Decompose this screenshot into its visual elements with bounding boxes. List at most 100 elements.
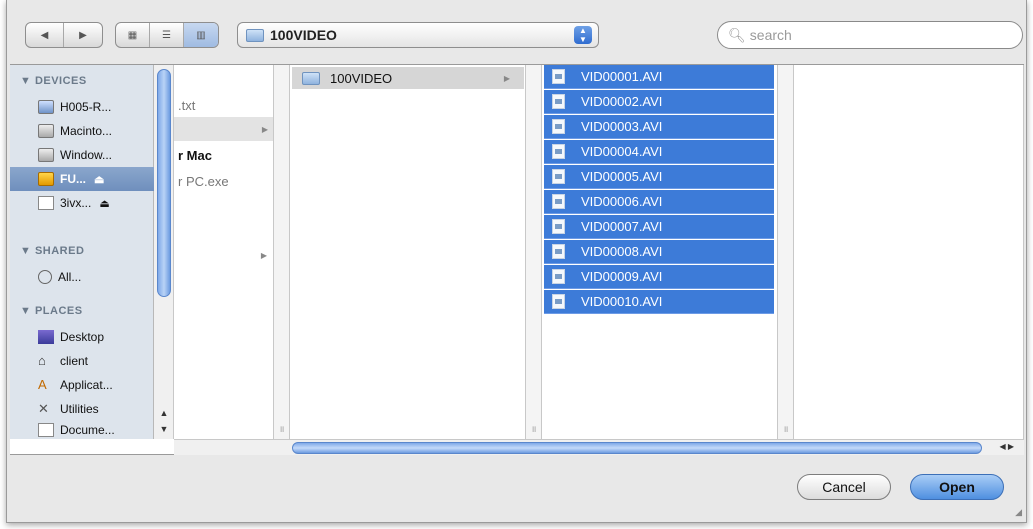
sidebar-item-label: All... [58,270,82,284]
video-file-icon [552,294,565,309]
sidebar-item-place[interactable]: A Applicat... [10,373,154,397]
list-view-icon[interactable]: ☰ [150,23,184,47]
sidebar-item-place[interactable]: Desktop [10,325,154,349]
back-arrow-icon[interactable]: ◀ [26,23,64,47]
devices-header[interactable]: ▼ DEVICES [20,75,87,87]
sidebar-scroll-thumb[interactable] [157,69,171,297]
back-forward-control: ◀ ▶ [25,22,103,48]
popup-stepper-icon: ▲ ▼ [574,26,592,44]
sidebar-item-label: FU... [60,172,86,186]
horizontal-scrollbar[interactable]: ◀ ▶ [174,439,1024,455]
sidebar-item-label: H005-R... [60,100,112,114]
horizontal-scroll-arrows[interactable]: ◀ ▶ [999,442,1014,451]
folder-label: 100VIDEO [330,70,393,86]
file-label: VID00003.AVI [581,119,663,134]
sidebar-item-device[interactable]: 3ivx... ⏏ [10,191,154,215]
resize-grip-icon[interactable]: ◢ [1015,507,1022,518]
path-label: 100VIDEO [270,27,337,43]
sidebar-item-label: Window... [60,148,113,162]
display-icon [38,100,54,114]
file-item-selected[interactable]: VID00003.AVI [544,115,774,139]
video-file-icon [552,94,565,109]
shared-header[interactable]: ▼ SHARED [20,245,84,257]
video-file-icon [552,244,565,259]
list-item-selected-parent[interactable]: ▶ [174,117,273,141]
video-file-icon [552,219,565,234]
disk-icon [38,148,54,162]
sidebar-item-shared[interactable]: All... [10,265,154,289]
folder-icon [302,71,320,85]
column-separator[interactable]: ॥ [526,65,542,439]
home-icon: ⌂ [38,353,46,368]
sidebar-scrollbar[interactable]: ▲ ▼ [154,65,174,439]
video-file-icon [552,69,565,84]
sidebar-scroll-arrows[interactable]: ▲ ▼ [157,405,171,439]
horizontal-scroll-thumb[interactable] [292,442,982,454]
file-item-selected[interactable]: VID00010.AVI [544,290,774,314]
video-file-icon [552,169,565,184]
list-item[interactable]: .txt [174,93,273,117]
sidebar-item-device[interactable]: H005-R... [10,95,154,119]
open-file-dialog: ◀ ▶ ▦ ☰ ▥ 100VIDEO ▲▼ 🔍︎ ▼ DEVICES H005-… [6,0,1027,523]
sidebar-item-device-selected[interactable]: FU... ⏏ [10,167,154,191]
path-popup[interactable]: 100VIDEO ▲ ▼ [237,22,599,48]
sidebar-item-place[interactable]: ⌂ client [10,349,154,373]
eject-icon[interactable]: ⏏ [99,197,109,210]
column-separator[interactable]: ॥ [274,65,290,439]
network-icon [38,270,52,284]
list-item[interactable]: r Mac [174,143,273,167]
file-item-selected[interactable]: VID00005.AVI [544,165,774,189]
video-file-icon [552,194,565,209]
file-label: VID00007.AVI [581,219,663,234]
folder-item-selected[interactable]: 100VIDEO ▶ [292,67,524,89]
file-item-selected[interactable]: VID00001.AVI [544,65,774,89]
file-item-selected[interactable]: VID00006.AVI [544,190,774,214]
disclosure-arrow-icon: ▶ [503,73,510,83]
item-label: r Mac [178,147,212,163]
file-item-selected[interactable]: VID00008.AVI [544,240,774,264]
column-resize-gripper-icon[interactable]: ॥ [279,422,284,435]
search-input[interactable] [749,27,1010,43]
video-file-icon [552,269,565,284]
file-item-selected[interactable]: VID00004.AVI [544,140,774,164]
utilities-icon: ✕ [38,401,49,416]
file-label: VID00002.AVI [581,94,663,109]
blank-disk-icon [38,196,54,210]
sidebar-item-device[interactable]: Window... [10,143,154,167]
column-resize-gripper-icon[interactable]: ॥ [783,422,788,435]
sidebar-item-place[interactable]: ✕ Utilities [10,397,154,421]
browser-column-1: .txt ▶ r Mac r PC.exe ▶ [174,65,274,439]
file-label: VID00009.AVI [581,269,663,284]
sidebar-item-device[interactable]: Macinto... [10,119,154,143]
file-item-selected[interactable]: VID00009.AVI [544,265,774,289]
sidebar-item-place[interactable]: Docume... [10,421,154,439]
column-view-icon[interactable]: ▥ [184,23,218,47]
file-item-selected[interactable]: VID00007.AVI [544,215,774,239]
file-item-selected[interactable]: VID00002.AVI [544,90,774,114]
browser-column-4 [794,65,1024,439]
icon-view-icon[interactable]: ▦ [116,23,150,47]
list-item[interactable]: r PC.exe [174,169,273,193]
disclosure-arrow-icon: ▶ [261,124,268,134]
video-file-icon [552,119,565,134]
sidebar-item-label: client [60,354,89,368]
folder-icon [246,28,264,42]
toolbar: ◀ ▶ ▦ ☰ ▥ 100VIDEO ▲ ▼ 🔍︎ [7,0,1026,64]
eject-icon[interactable]: ⏏ [94,173,104,186]
file-label: VID00001.AVI [581,69,663,84]
sidebar-item-label: Desktop [60,330,105,344]
file-label: VID00010.AVI [581,294,663,309]
cancel-button[interactable]: Cancel [797,474,891,500]
documents-icon [38,423,54,437]
column-separator[interactable]: ॥ [778,65,794,439]
view-mode-control: ▦ ☰ ▥ [115,22,219,48]
places-header[interactable]: ▼ PLACES [20,305,83,317]
sidebar: ▼ DEVICES H005-R... Macinto... Window...… [10,65,154,439]
search-field[interactable]: 🔍︎ [717,21,1023,49]
column-resize-gripper-icon[interactable]: ॥ [531,422,536,435]
desktop-icon [38,330,54,344]
open-button[interactable]: Open [910,474,1004,500]
volume-icon [38,172,54,186]
browser-column-2: 100VIDEO ▶ [290,65,526,439]
forward-arrow-icon[interactable]: ▶ [64,23,102,47]
